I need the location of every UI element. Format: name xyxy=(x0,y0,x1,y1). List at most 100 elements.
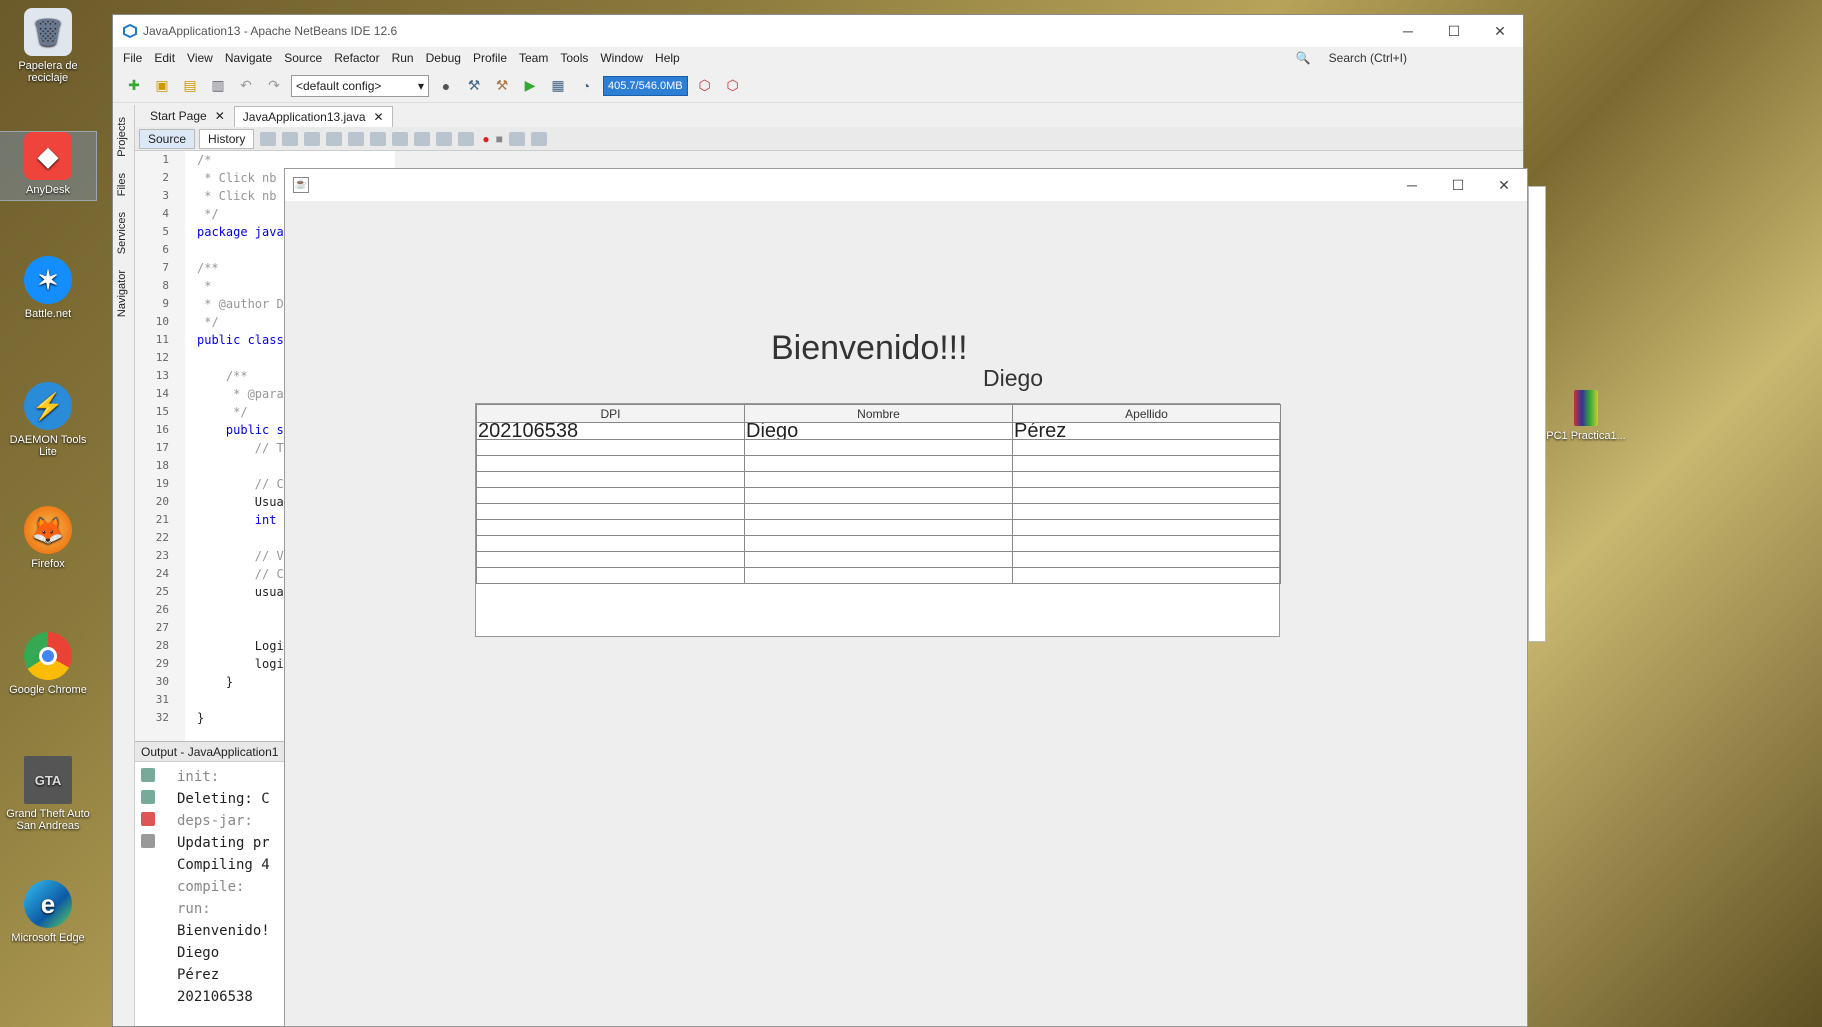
users-table[interactable]: DPI Nombre Apellido 202106538 Diego Pérez xyxy=(475,403,1281,637)
close-icon[interactable]: ✕ xyxy=(374,110,384,124)
toggle-highlight-icon[interactable] xyxy=(370,131,387,146)
gc-icon[interactable]: ⬡ xyxy=(694,75,716,97)
find-prev-icon[interactable] xyxy=(326,131,343,146)
menu-file[interactable]: File xyxy=(117,51,148,65)
close-button[interactable]: ✕ xyxy=(1481,177,1527,194)
table-cell[interactable] xyxy=(744,567,1013,584)
quick-search[interactable]: 🔍 Search (Ctrl+I) xyxy=(1290,51,1413,65)
column-header-dpi[interactable]: DPI xyxy=(476,404,745,423)
menu-run[interactable]: Run xyxy=(386,51,420,65)
table-cell[interactable]: 202106538 xyxy=(476,422,745,440)
table-cell[interactable]: Pérez xyxy=(1012,422,1281,440)
table-cell[interactable] xyxy=(744,503,1013,520)
table-cell[interactable] xyxy=(744,535,1013,552)
table-row[interactable] xyxy=(476,535,1281,552)
table-cell[interactable] xyxy=(476,567,745,584)
table-row[interactable]: 202106538 Diego Pérez xyxy=(476,422,1281,440)
new-file-icon[interactable]: ✚ xyxy=(123,75,145,97)
stop-icon[interactable] xyxy=(141,812,155,826)
minimize-button[interactable]: ─ xyxy=(1389,177,1435,194)
find-next-icon[interactable] xyxy=(348,131,365,146)
forward-icon[interactable] xyxy=(282,131,299,146)
open-project-icon[interactable]: ▤ xyxy=(179,75,201,97)
table-cell[interactable] xyxy=(744,455,1013,472)
clean-build-icon[interactable]: ⚒ xyxy=(491,75,513,97)
table-cell[interactable] xyxy=(744,487,1013,504)
table-cell[interactable] xyxy=(1012,439,1281,456)
debug-icon[interactable]: ▦ xyxy=(547,75,569,97)
desktop-icon-gta[interactable]: GTA Grand Theft Auto San Andreas xyxy=(0,756,96,832)
table-cell[interactable] xyxy=(476,487,745,504)
next-bookmark-icon[interactable] xyxy=(414,131,431,146)
table-cell[interactable] xyxy=(1012,487,1281,504)
tab-start-page[interactable]: Start Page ✕ xyxy=(141,105,234,127)
table-row[interactable] xyxy=(476,455,1281,472)
table-row[interactable] xyxy=(476,567,1281,584)
table-cell[interactable]: Diego xyxy=(744,422,1013,440)
desktop-icon-chrome[interactable]: Google Chrome xyxy=(0,632,96,696)
table-cell[interactable] xyxy=(1012,551,1281,568)
table-row[interactable] xyxy=(476,439,1281,456)
stop-macro-icon[interactable]: ■ xyxy=(496,132,503,146)
desktop-icon-archive[interactable]: PC1 Practica1... xyxy=(1538,390,1634,442)
column-header-nombre[interactable]: Nombre xyxy=(744,404,1013,423)
desktop-icon-recycle-bin[interactable]: 🗑 Papelera de reciclaje xyxy=(0,8,96,84)
table-cell[interactable] xyxy=(1012,471,1281,488)
desktop-icon-anydesk[interactable]: ◆ AnyDesk xyxy=(0,131,97,201)
maximize-button[interactable]: ☐ xyxy=(1435,177,1481,194)
menu-tools[interactable]: Tools xyxy=(554,51,594,65)
config-select[interactable]: <default config> ▾ xyxy=(291,74,429,97)
uncomment-icon[interactable] xyxy=(530,131,547,146)
table-cell[interactable] xyxy=(1012,519,1281,536)
desktop-icon-daemon-tools[interactable]: ⚡ DAEMON Tools Lite xyxy=(0,382,96,458)
table-row[interactable] xyxy=(476,519,1281,536)
minimize-button[interactable]: ─ xyxy=(1385,23,1431,40)
redo-icon[interactable]: ↷ xyxy=(263,75,285,97)
menu-window[interactable]: Window xyxy=(594,51,649,65)
profile-icon[interactable]: ◔ xyxy=(575,75,597,97)
menu-edit[interactable]: Edit xyxy=(148,51,181,65)
table-cell[interactable] xyxy=(476,519,745,536)
tab-projects[interactable]: Projects xyxy=(116,113,128,161)
history-tab[interactable]: History xyxy=(199,128,255,149)
rerun-debug-icon[interactable] xyxy=(141,790,155,804)
desktop-icon-edge[interactable]: e Microsoft Edge xyxy=(0,880,96,944)
tab-navigator[interactable]: Navigator xyxy=(116,266,128,321)
table-cell[interactable] xyxy=(744,439,1013,456)
table-row[interactable] xyxy=(476,551,1281,568)
close-icon[interactable]: ✕ xyxy=(215,109,225,123)
table-cell[interactable] xyxy=(1012,455,1281,472)
column-header-apellido[interactable]: Apellido xyxy=(1012,404,1281,423)
menu-source[interactable]: Source xyxy=(278,51,328,65)
table-cell[interactable] xyxy=(476,551,745,568)
table-cell[interactable] xyxy=(476,455,745,472)
profiler-snapshot-icon[interactable]: ⬡ xyxy=(722,75,744,97)
menu-profile[interactable]: Profile xyxy=(467,51,513,65)
table-cell[interactable] xyxy=(476,439,745,456)
menu-team[interactable]: Team xyxy=(513,51,554,65)
memory-indicator[interactable]: 405.7/546.0MB xyxy=(603,75,688,96)
table-cell[interactable] xyxy=(1012,535,1281,552)
table-row[interactable] xyxy=(476,471,1281,488)
menu-navigate[interactable]: Navigate xyxy=(219,51,278,65)
menu-help[interactable]: Help xyxy=(649,51,686,65)
run-icon[interactable]: ▶ xyxy=(519,75,541,97)
table-cell[interactable] xyxy=(1012,503,1281,520)
close-button[interactable]: ✕ xyxy=(1477,23,1523,40)
shift-left-icon[interactable] xyxy=(436,131,453,146)
build-icon[interactable]: ⚒ xyxy=(463,75,485,97)
globe-icon[interactable]: ● xyxy=(435,75,457,97)
table-cell[interactable] xyxy=(744,551,1013,568)
desktop-icon-battlenet[interactable]: ✶ Battle.net xyxy=(0,256,96,320)
new-project-icon[interactable]: ▣ xyxy=(151,75,173,97)
table-cell[interactable] xyxy=(1012,567,1281,584)
tab-java-file[interactable]: JavaApplication13.java ✕ xyxy=(233,106,393,127)
back-icon[interactable] xyxy=(260,131,277,146)
menu-debug[interactable]: Debug xyxy=(420,51,467,65)
table-cell[interactable] xyxy=(476,535,745,552)
shift-right-icon[interactable] xyxy=(458,131,475,146)
undo-icon[interactable]: ↶ xyxy=(235,75,257,97)
menu-refactor[interactable]: Refactor xyxy=(328,51,385,65)
menu-view[interactable]: View xyxy=(181,51,219,65)
record-macro-icon[interactable]: ● xyxy=(482,132,489,146)
